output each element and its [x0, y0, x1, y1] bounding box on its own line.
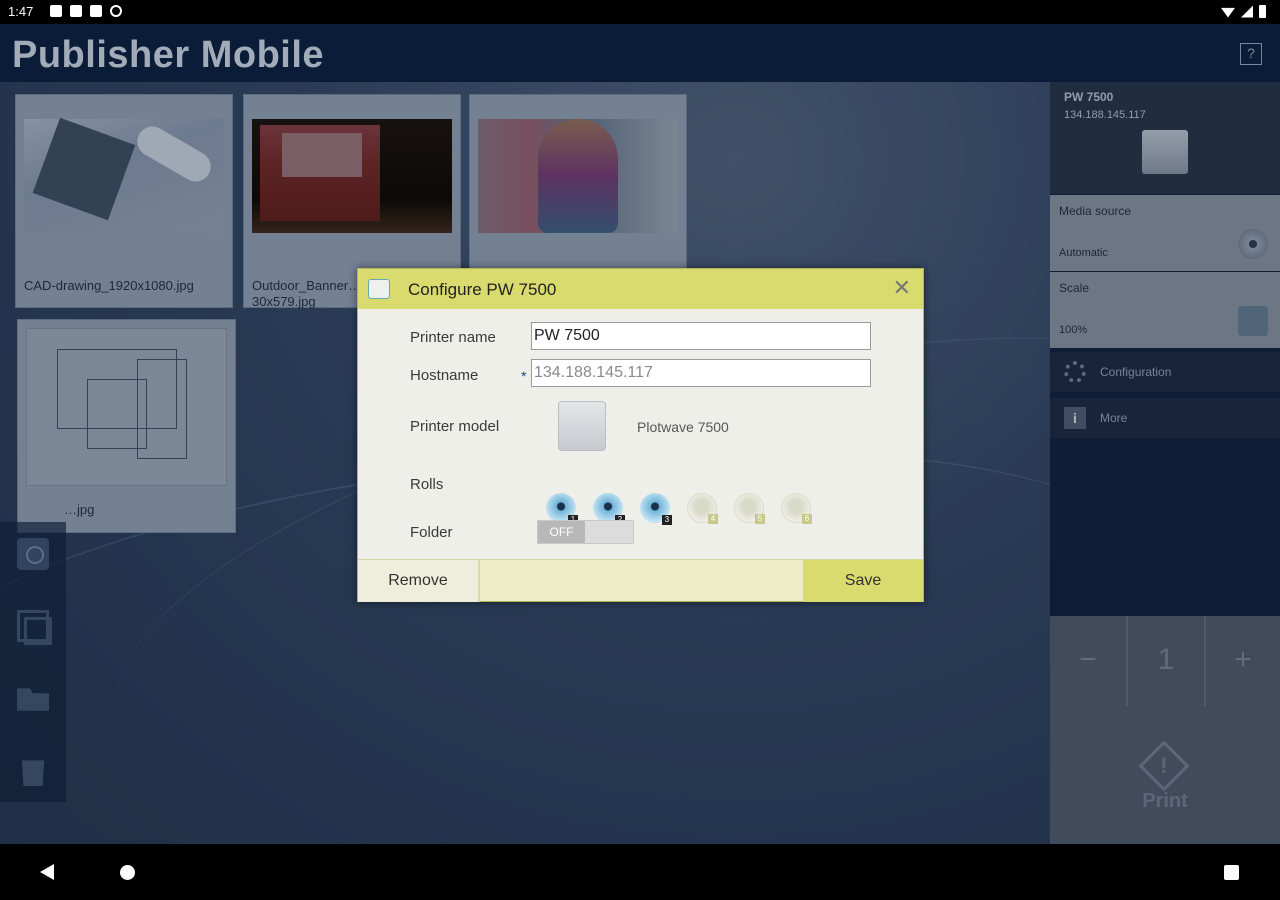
printer-model-icon [558, 401, 606, 451]
status-bar: 1:47 [0, 0, 1280, 24]
status-time: 1:47 [8, 4, 34, 19]
sd-card-icon [90, 5, 102, 17]
notification-icons [50, 5, 122, 17]
folder-label: Folder [410, 524, 453, 541]
mail-icon [70, 5, 82, 17]
configure-printer-dialog: Configure PW 7500 ✕ Printer name Hostnam… [357, 268, 924, 602]
hostname-input[interactable] [531, 359, 871, 387]
roll-2-icon[interactable]: 2 [593, 493, 625, 525]
save-button[interactable]: Save [803, 560, 923, 602]
notification-icon [50, 5, 62, 17]
dialog-title: Configure PW 7500 [408, 280, 557, 299]
roll-3-icon[interactable]: 3 [640, 493, 672, 525]
folder-toggle-state: OFF [538, 521, 585, 543]
roll-5-icon[interactable]: 5 [734, 493, 765, 524]
hostname-label: Hostname [410, 367, 479, 384]
battery-icon [1259, 5, 1266, 18]
dialog-footer: Remove Save [358, 559, 923, 602]
close-icon[interactable]: ✕ [893, 277, 911, 299]
required-marker: * [521, 368, 527, 384]
recents-icon[interactable] [1224, 865, 1239, 880]
remove-button[interactable]: Remove [358, 560, 480, 602]
app-window: Publisher Mobile ? CAD-drawing_1920x1080… [0, 24, 1280, 844]
back-icon[interactable] [40, 864, 54, 880]
dialog-header: Configure PW 7500 ✕ [358, 269, 923, 309]
printer-name-input[interactable] [531, 322, 871, 350]
home-icon[interactable] [120, 865, 135, 880]
printer-icon [368, 279, 390, 299]
navigation-bar [0, 844, 1280, 900]
printer-model-value: Plotwave 7500 [637, 419, 729, 435]
rolls-label: Rolls [410, 476, 444, 493]
wifi-icon [1221, 7, 1235, 18]
signal-icon [1241, 5, 1253, 18]
sync-icon [110, 5, 122, 17]
roll-6-icon[interactable]: 6 [781, 493, 812, 524]
roll-1-icon[interactable]: 1 [546, 493, 578, 525]
printer-model-label: Printer model [410, 418, 500, 435]
printer-name-label: Printer name [410, 329, 496, 346]
folder-toggle[interactable]: OFF [537, 520, 634, 544]
roll-4-icon[interactable]: 4 [687, 493, 718, 524]
system-icons [1221, 5, 1266, 18]
